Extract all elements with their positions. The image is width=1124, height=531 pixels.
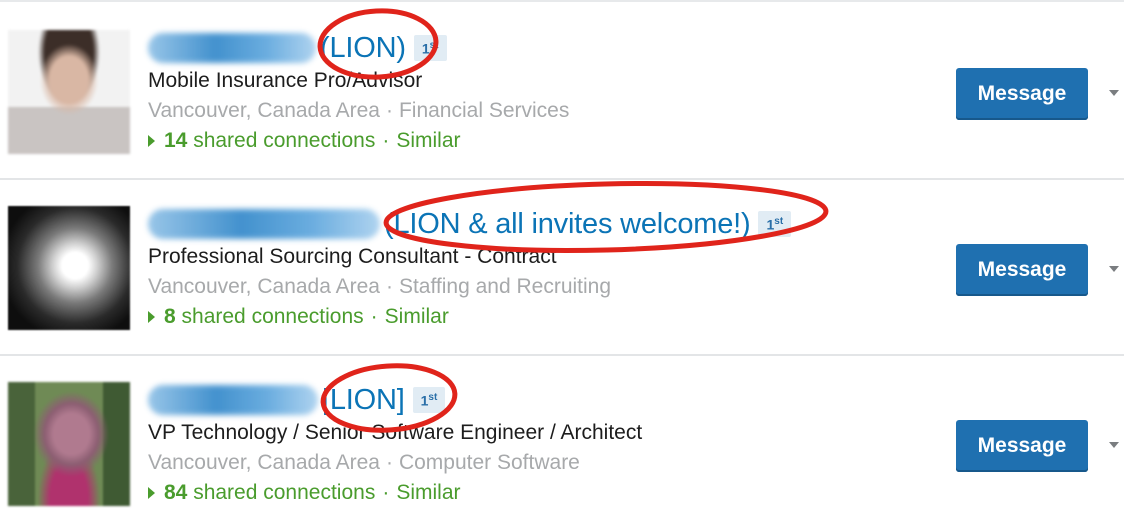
caret-right-icon — [148, 487, 155, 499]
degree-badge: 1st — [413, 34, 447, 62]
redacted-name — [148, 33, 316, 63]
name-row[interactable]: (LION) 1st — [148, 26, 447, 70]
avatar[interactable] — [8, 382, 130, 506]
avatar[interactable] — [8, 206, 130, 330]
similar-link[interactable]: Similar — [396, 481, 460, 505]
redacted-name — [148, 385, 318, 415]
message-button[interactable]: Message — [956, 420, 1088, 472]
degree-badge: 1st — [412, 386, 446, 414]
shared-label[interactable]: shared connections — [193, 481, 375, 505]
caret-right-icon — [148, 135, 155, 147]
headline: VP Technology / Senior Software Engineer… — [148, 421, 643, 444]
top-divider — [0, 0, 1124, 2]
message-button[interactable]: Message — [956, 244, 1088, 296]
shared-connections[interactable]: 14 shared connections · Similar — [148, 129, 461, 153]
chevron-down-icon[interactable] — [1109, 266, 1119, 272]
separator: · — [385, 275, 393, 298]
avatar[interactable] — [8, 30, 130, 154]
redacted-name — [148, 209, 380, 239]
shared-label[interactable]: shared connections — [182, 305, 364, 329]
similar-link[interactable]: Similar — [385, 305, 449, 329]
caret-right-icon — [148, 311, 155, 323]
location: Vancouver, Canada Area — [148, 275, 380, 298]
degree-badge: 1st — [758, 210, 792, 238]
name-link[interactable]: [LION] — [322, 384, 405, 417]
industry: Financial Services — [398, 99, 570, 122]
headline: Mobile Insurance Pro/Advisor — [148, 69, 423, 92]
separator: · — [385, 99, 393, 122]
location-line: Vancouver, Canada Area · Staffing and Recr… — [148, 275, 611, 299]
name-link[interactable]: (LION & all invites welcome!) — [384, 208, 751, 241]
industry: Staffing and Recruiting — [398, 275, 612, 298]
location: Vancouver, Canada Area — [148, 451, 380, 474]
headline: Professional Sourcing Consultant - Contr… — [148, 245, 557, 268]
shared-count: 14 — [164, 129, 188, 152]
industry: Computer Software — [398, 451, 580, 474]
chevron-down-icon[interactable] — [1109, 90, 1119, 96]
message-button[interactable]: Message — [956, 68, 1088, 120]
search-result: (LION) 1st Mobile Insurance Pro/Advisor … — [0, 4, 1124, 179]
location: Vancouver, Canada Area — [148, 99, 380, 122]
shared-connections[interactable]: 8 shared connections · Similar — [148, 305, 449, 329]
location-line: Vancouver, Canada Area · Financial Service… — [148, 99, 569, 123]
location-line: Vancouver, Canada Area · Computer Software — [148, 451, 580, 475]
similar-link[interactable]: Similar — [396, 129, 460, 153]
shared-label[interactable]: shared connections — [193, 129, 375, 153]
name-row[interactable]: (LION & all invites welcome!) 1st — [148, 202, 792, 246]
separator: · — [370, 305, 378, 328]
search-result: [LION] 1st VP Technology / Senior Softwa… — [0, 356, 1124, 531]
separator: · — [382, 481, 390, 504]
chevron-down-icon[interactable] — [1109, 442, 1119, 448]
separator: · — [385, 451, 393, 474]
search-result: (LION & all invites welcome!) 1st Profes… — [0, 180, 1124, 355]
shared-count: 84 — [164, 481, 188, 504]
shared-connections[interactable]: 84 shared connections · Similar — [148, 481, 461, 505]
shared-count: 8 — [164, 305, 176, 328]
name-row[interactable]: [LION] 1st — [148, 378, 446, 422]
name-link[interactable]: (LION) — [320, 32, 406, 65]
separator: · — [382, 129, 390, 152]
